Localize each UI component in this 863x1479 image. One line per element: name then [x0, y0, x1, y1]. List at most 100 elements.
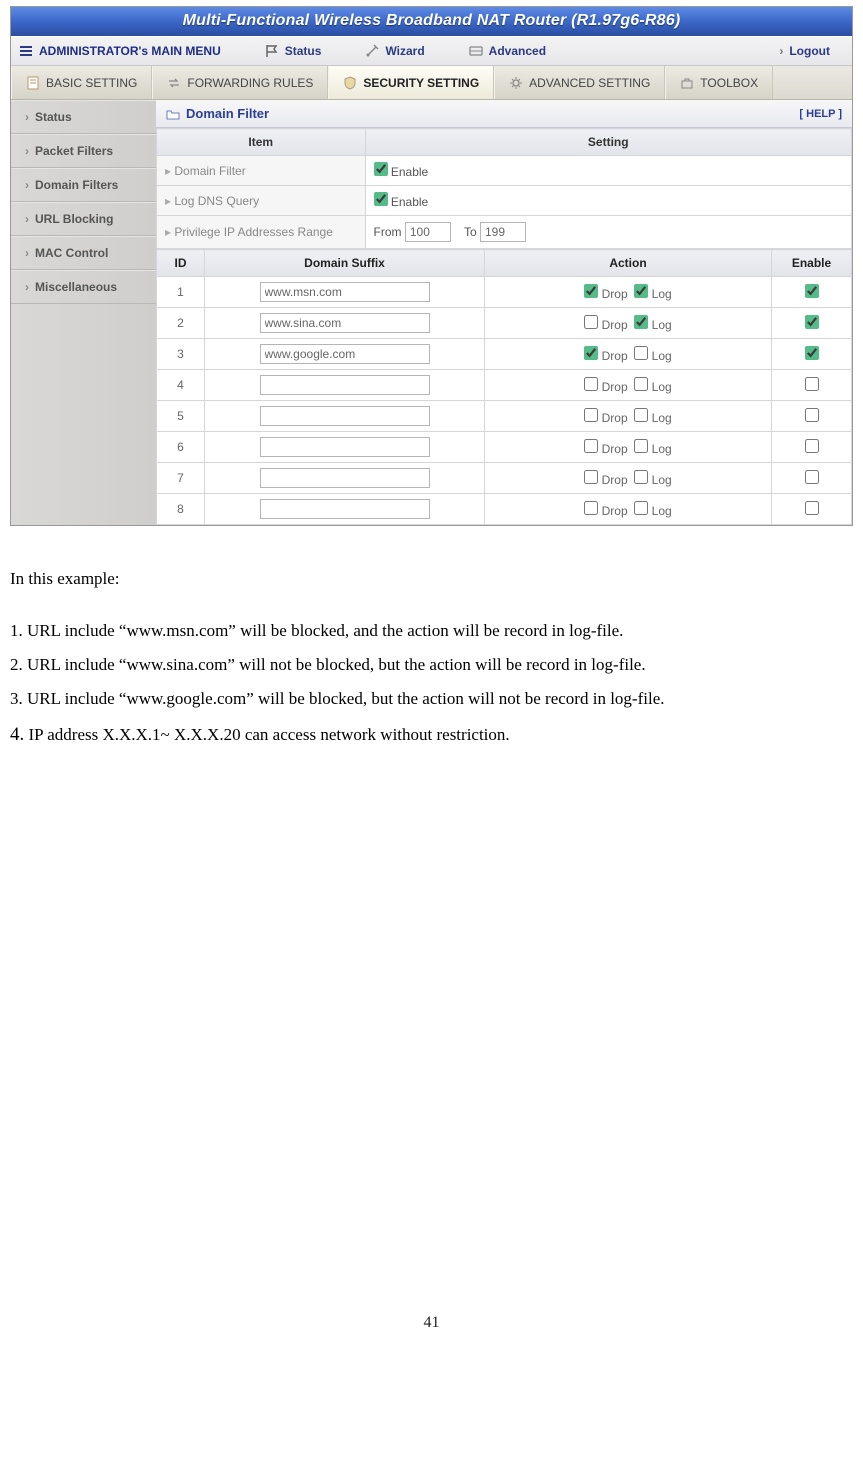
log-checkbox[interactable] — [634, 470, 648, 484]
forwarding-label: FORWARDING RULES — [187, 76, 313, 90]
domain-suffix-input[interactable] — [260, 282, 430, 302]
basic-label: BASIC SETTING — [46, 76, 137, 90]
tab-toolbox[interactable]: TOOLBOX — [665, 66, 773, 99]
drop-label: Drop — [602, 380, 628, 394]
log-checkbox[interactable] — [634, 377, 648, 391]
table-row: 2 Drop Log — [157, 308, 852, 339]
sidebar: Status Packet Filters Domain Filters URL… — [11, 100, 156, 525]
col-domain-suffix: Domain Suffix — [205, 250, 485, 277]
doc-line-2: 2. URL include “www.sina.com” will not b… — [10, 648, 851, 682]
enable-label-2: Enable — [391, 195, 428, 209]
log-checkbox[interactable] — [634, 501, 648, 515]
rule-id: 2 — [157, 308, 205, 339]
table-row: 4 Drop Log — [157, 370, 852, 401]
shield-icon — [343, 76, 357, 90]
doc-line-4: 4. IP address X.X.X.1~ X.X.X.20 can acce… — [10, 716, 851, 754]
log-checkbox[interactable] — [634, 284, 648, 298]
table-row: 8 Drop Log — [157, 494, 852, 525]
log-dns-enable-checkbox[interactable] — [374, 192, 388, 206]
tab-advanced-setting[interactable]: ADVANCED SETTING — [494, 66, 665, 99]
rule-enable-checkbox[interactable] — [805, 470, 819, 484]
logout-label: Logout — [789, 44, 830, 58]
tab-basic-setting[interactable]: BASIC SETTING — [11, 66, 152, 99]
drop-label: Drop — [602, 349, 628, 363]
router-admin-screenshot: Multi-Functional Wireless Broadband NAT … — [10, 6, 853, 526]
document-body-text: In this example: 1. URL include “www.msn… — [10, 562, 851, 754]
tab-security-setting[interactable]: SECURITY SETTING — [328, 66, 494, 99]
security-label: SECURITY SETTING — [363, 76, 479, 90]
from-input[interactable] — [405, 222, 451, 242]
main-menu-status[interactable]: Status — [243, 44, 344, 58]
sidebar-item-url-blocking[interactable]: URL Blocking — [11, 202, 156, 236]
drop-checkbox[interactable] — [584, 408, 598, 422]
app-title: Multi-Functional Wireless Broadband NAT … — [183, 12, 681, 29]
rule-id: 7 — [157, 463, 205, 494]
domain-suffix-input[interactable] — [260, 468, 430, 488]
log-label: Log — [652, 504, 672, 518]
rule-id: 1 — [157, 277, 205, 308]
help-link[interactable]: [ HELP ] — [799, 108, 842, 120]
drop-checkbox[interactable] — [584, 284, 598, 298]
drop-checkbox[interactable] — [584, 470, 598, 484]
sidebar-item-status[interactable]: Status — [11, 100, 156, 134]
sidebar-item-domain-filters[interactable]: Domain Filters — [11, 168, 156, 202]
domain-suffix-input[interactable] — [260, 313, 430, 333]
col-item: Item — [157, 129, 366, 156]
sidebar-item-miscellaneous[interactable]: Miscellaneous — [11, 270, 156, 304]
log-checkbox[interactable] — [634, 408, 648, 422]
col-id: ID — [157, 250, 205, 277]
log-label: Log — [652, 380, 672, 394]
folder-icon — [166, 107, 180, 121]
rule-enable-checkbox[interactable] — [805, 439, 819, 453]
domain-suffix-input[interactable] — [260, 437, 430, 457]
drop-checkbox[interactable] — [584, 439, 598, 453]
col-enable: Enable — [772, 250, 852, 277]
enable-label: Enable — [391, 165, 428, 179]
rule-enable-checkbox[interactable] — [805, 284, 819, 298]
log-checkbox[interactable] — [634, 346, 648, 360]
app-titlebar: Multi-Functional Wireless Broadband NAT … — [11, 7, 852, 36]
rule-id: 8 — [157, 494, 205, 525]
domain-suffix-input[interactable] — [260, 344, 430, 364]
domain-suffix-input[interactable] — [260, 375, 430, 395]
rule-enable-checkbox[interactable] — [805, 346, 819, 360]
from-label: From — [374, 225, 402, 239]
main-menu-wizard[interactable]: Wizard — [343, 44, 446, 58]
domain-suffix-input[interactable] — [260, 406, 430, 426]
rule-enable-checkbox[interactable] — [805, 501, 819, 515]
drop-checkbox[interactable] — [584, 315, 598, 329]
domain-suffix-input[interactable] — [260, 499, 430, 519]
log-checkbox[interactable] — [634, 315, 648, 329]
doc-line-4-number: 4. — [10, 724, 24, 745]
drop-checkbox[interactable] — [584, 346, 598, 360]
main-menu-bar: ADMINISTRATOR's MAIN MENU Status Wizard … — [11, 36, 852, 66]
chevron-right-icon: › — [779, 44, 783, 58]
col-action: Action — [485, 250, 772, 277]
main-menu-logout[interactable]: › Logout — [757, 44, 852, 58]
log-label: Log — [652, 442, 672, 456]
drop-checkbox[interactable] — [584, 501, 598, 515]
sidebar-item-mac-control[interactable]: MAC Control — [11, 236, 156, 270]
arrows-icon — [167, 76, 181, 90]
rule-id: 5 — [157, 401, 205, 432]
rule-enable-checkbox[interactable] — [805, 377, 819, 391]
table-row: 5 Drop Log — [157, 401, 852, 432]
log-checkbox[interactable] — [634, 439, 648, 453]
rule-enable-checkbox[interactable] — [805, 408, 819, 422]
doc-line-1: 1. URL include “www.msn.com” will be blo… — [10, 614, 851, 648]
drop-checkbox[interactable] — [584, 377, 598, 391]
rule-enable-checkbox[interactable] — [805, 315, 819, 329]
flag-icon — [265, 44, 279, 58]
rule-id: 6 — [157, 432, 205, 463]
domain-filter-enable-checkbox[interactable] — [374, 162, 388, 176]
drop-label: Drop — [602, 318, 628, 332]
to-input[interactable] — [480, 222, 526, 242]
toolbox-label: TOOLBOX — [700, 76, 758, 90]
main-menu-title: ADMINISTRATOR's MAIN MENU — [39, 44, 221, 58]
doc-line-4-text: IP address X.X.X.1~ X.X.X.20 can access … — [24, 725, 509, 744]
sidebar-item-packet-filters[interactable]: Packet Filters — [11, 134, 156, 168]
tab-forwarding-rules[interactable]: FORWARDING RULES — [152, 66, 328, 99]
advanced-setting-label: ADVANCED SETTING — [529, 76, 650, 90]
main-menu-advanced[interactable]: Advanced — [447, 44, 568, 58]
table-row: 6 Drop Log — [157, 432, 852, 463]
